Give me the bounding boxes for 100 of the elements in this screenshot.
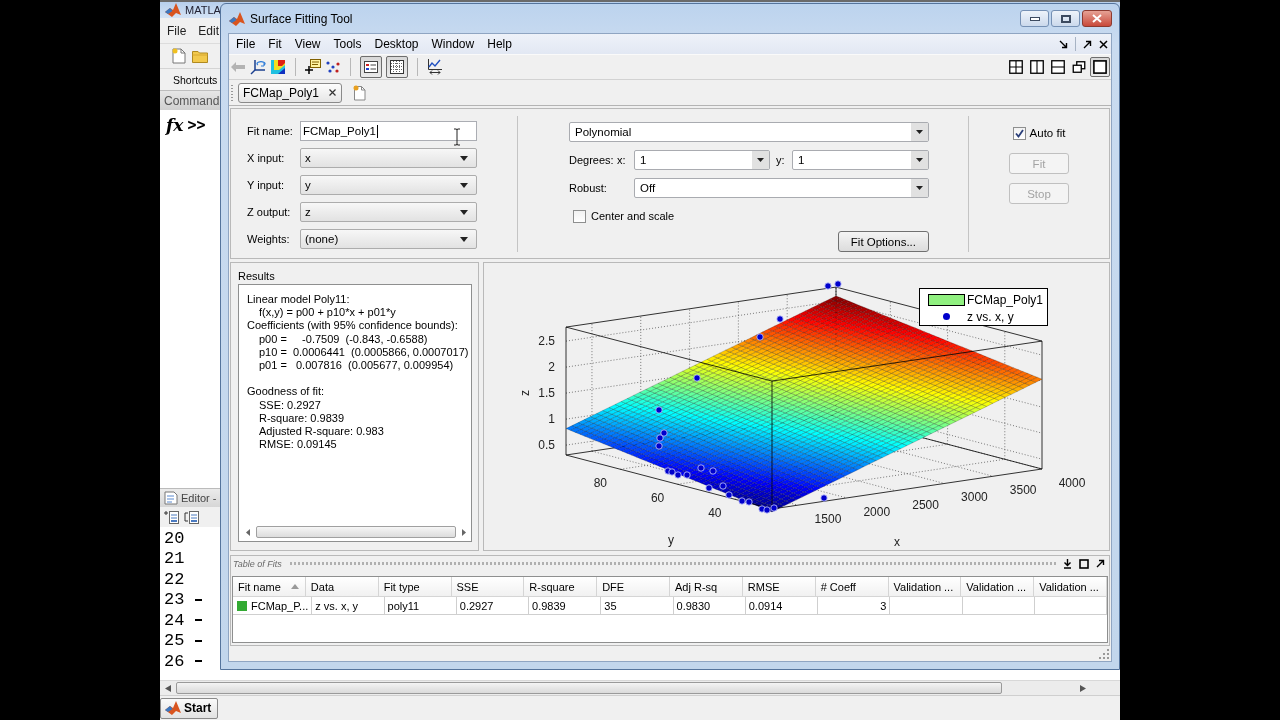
degree-dropdown[interactable]: 1 xyxy=(792,150,929,170)
menu-item[interactable]: Fit xyxy=(268,37,282,51)
tick-label: 1 xyxy=(548,412,555,427)
panel-title: Command xyxy=(164,93,220,108)
menu-item[interactable]: Edit xyxy=(198,23,220,38)
tab[interactable]: FCMap_Poly1 xyxy=(238,82,343,103)
line-number: 20 xyxy=(164,528,185,548)
degree-dropdown[interactable]: 1 xyxy=(634,150,770,170)
caret-icon xyxy=(460,182,468,188)
column-header[interactable]: Fit type xyxy=(378,577,452,597)
column-header[interactable]: Validation ... xyxy=(888,577,962,597)
column-header[interactable]: DFE xyxy=(597,577,670,597)
column-header[interactable]: # Coeff xyxy=(815,577,889,597)
down-right-arrow-icon[interactable] xyxy=(1059,39,1068,49)
axis-label: z xyxy=(518,390,532,396)
scatter-dots-icon[interactable] xyxy=(325,59,341,75)
result-line: Coefficients (with 95% confidence bounds): xyxy=(247,319,459,333)
start-button[interactable]: Start xyxy=(160,697,219,719)
maximize-icon xyxy=(1060,14,1071,23)
chart-arrows-icon[interactable] xyxy=(427,59,443,75)
fit-options-button[interactable]: Fit Options... xyxy=(837,231,929,252)
maximize-icon[interactable] xyxy=(1079,558,1089,569)
caret-icon xyxy=(460,209,468,215)
axes-rotate-icon[interactable] xyxy=(250,59,266,75)
horizontal-scrollbar[interactable] xyxy=(243,525,469,539)
legend-icon xyxy=(363,59,379,75)
scroll-right-icon[interactable] xyxy=(1080,684,1086,692)
column-header[interactable]: Fit name xyxy=(233,577,306,597)
checkbox[interactable] xyxy=(1012,126,1026,140)
menu-item[interactable]: Help xyxy=(487,37,512,51)
field-label: Weights: xyxy=(247,233,291,245)
column-header[interactable]: SSE xyxy=(451,577,525,597)
insert-cell-icon[interactable] xyxy=(164,509,180,525)
close-icon[interactable] xyxy=(329,89,337,96)
column-header[interactable]: Validation ... xyxy=(961,577,1035,597)
up-right-arrow-icon[interactable] xyxy=(1096,559,1105,568)
layout-button[interactable] xyxy=(1006,57,1026,77)
column-header[interactable]: Data xyxy=(305,577,379,597)
menu-item[interactable]: Desktop xyxy=(374,37,419,51)
column-header[interactable]: Validation ... xyxy=(1034,577,1107,597)
scrollbar-thumb[interactable] xyxy=(176,682,1002,694)
text-cursor-icon xyxy=(453,128,461,146)
folder-icon[interactable] xyxy=(192,49,208,63)
down-arrow-bar-icon[interactable] xyxy=(1063,558,1072,569)
table-cell: z vs. x, y xyxy=(312,597,385,615)
dropdown[interactable]: (none) xyxy=(300,229,477,249)
close-icon[interactable] xyxy=(1099,39,1108,49)
up-right-arrow-icon[interactable] xyxy=(1083,39,1092,49)
scroll-right-icon[interactable] xyxy=(462,528,466,536)
colormap-icon[interactable] xyxy=(270,59,286,75)
field-label: X input: xyxy=(247,152,286,164)
new-file-icon[interactable] xyxy=(172,48,186,64)
dropdown[interactable]: y xyxy=(300,175,477,195)
scroll-left-icon[interactable] xyxy=(246,528,250,536)
toolbar-label: Shortcuts xyxy=(173,73,218,86)
function-button[interactable]: fx xyxy=(166,115,184,135)
layout-button[interactable] xyxy=(1027,57,1047,77)
four-pane-icon xyxy=(1009,60,1023,74)
scrollbar-thumb[interactable] xyxy=(256,526,456,538)
table-cell: poly11 xyxy=(384,597,457,615)
checkbox[interactable] xyxy=(573,209,586,223)
table-cell: FCMap_P... xyxy=(233,597,313,615)
tick-label: 4000 xyxy=(1058,476,1086,490)
resize-grip-icon[interactable] xyxy=(1099,649,1109,659)
close-button[interactable] xyxy=(1082,10,1112,27)
column-header[interactable]: R-square xyxy=(524,577,598,597)
caret-icon xyxy=(752,151,769,169)
comment-cell-icon[interactable] xyxy=(184,509,200,525)
column-header[interactable]: Adj R-sq xyxy=(670,577,743,597)
layout-button[interactable] xyxy=(1048,57,1068,77)
column-header[interactable]: RMSE xyxy=(742,577,816,597)
grid-toggle[interactable] xyxy=(386,56,408,78)
dropdown[interactable]: z xyxy=(300,202,477,222)
menu-item[interactable]: View xyxy=(294,37,321,51)
horizontal-scrollbar[interactable] xyxy=(160,680,1120,695)
checkmark-icon xyxy=(1014,128,1024,138)
minimize-button[interactable] xyxy=(1020,10,1049,27)
dropdown[interactable]: x xyxy=(300,148,477,168)
caret-icon xyxy=(911,151,928,169)
menu-item[interactable]: Tools xyxy=(333,37,362,51)
data-cursor-icon[interactable] xyxy=(305,59,321,75)
table-cell: 0.9830 xyxy=(673,597,746,615)
panel-title: Results xyxy=(238,269,276,283)
legend-toggle[interactable] xyxy=(360,56,382,78)
maximize-button[interactable] xyxy=(1051,10,1080,27)
tick-label: 1500 xyxy=(814,512,842,527)
scroll-left-icon[interactable] xyxy=(165,684,171,692)
new-page-icon[interactable] xyxy=(353,84,367,101)
menu-item[interactable]: File xyxy=(167,23,187,38)
overlap-windows-icon xyxy=(1072,60,1086,74)
field-label: y: xyxy=(776,154,786,166)
window-title: MATLA xyxy=(185,4,221,16)
menu-item[interactable]: File xyxy=(236,37,256,51)
layout-button[interactable] xyxy=(1090,57,1110,77)
legend-label: FCMap_Poly1 xyxy=(967,292,1044,307)
menu-item[interactable]: Window xyxy=(431,37,475,51)
fit-type-dropdown[interactable]: Polynomial xyxy=(569,122,929,142)
legend-label: z vs. x, y xyxy=(967,309,1014,324)
checkbox-label: Auto fit xyxy=(1029,127,1066,139)
robust-dropdown[interactable]: Off xyxy=(634,178,929,198)
